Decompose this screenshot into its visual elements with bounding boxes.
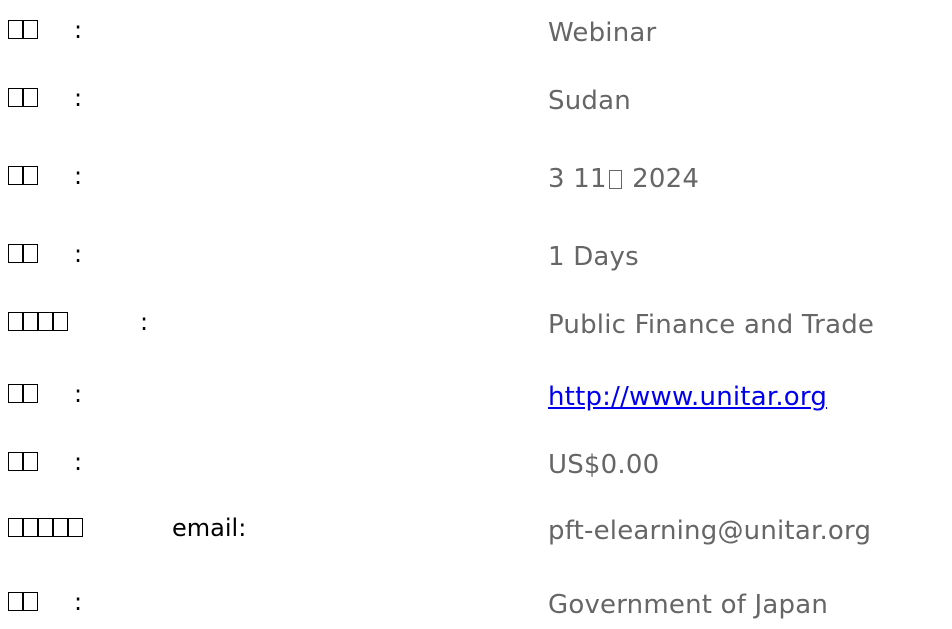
label-separator: : <box>140 308 149 336</box>
label-missing-glyphs <box>8 17 38 39</box>
label-separator: : <box>74 448 83 476</box>
label-missing-glyphs <box>8 309 68 331</box>
detail-row-date: : 3 11 2024 <box>0 162 952 203</box>
row-label: : <box>8 588 82 616</box>
detail-row-website: : http://www.unitar.org <box>0 380 952 421</box>
row-value: US$0.00 <box>548 450 660 480</box>
row-value: Government of Japan <box>548 590 829 620</box>
detail-row-location: : Sudan <box>0 84 952 125</box>
label-missing-glyphs <box>8 381 38 403</box>
label-separator: : <box>74 588 83 616</box>
row-value: http://www.unitar.org <box>548 381 827 413</box>
row-label: : <box>8 308 148 336</box>
row-label: : <box>8 16 82 44</box>
row-label: : <box>8 162 82 190</box>
row-label: : <box>8 380 82 408</box>
label-missing-glyphs <box>8 449 38 471</box>
detail-row-price: : US$0.00 <box>0 448 952 489</box>
row-label: : <box>8 240 82 268</box>
row-value: 3 11 2024 <box>548 163 699 195</box>
label-separator: : <box>74 240 83 268</box>
row-label: : <box>8 448 82 476</box>
label-missing-glyphs <box>8 515 83 537</box>
detail-row-duration: : 1 Days <box>0 240 952 281</box>
row-value: Webinar <box>548 18 657 48</box>
label-separator: : <box>74 162 83 190</box>
label-missing-glyphs <box>8 241 38 263</box>
detail-row-sponsor: : Government of Japan <box>0 588 952 629</box>
detail-row-contact-email: email: pft-elearning@unitar.org <box>0 514 952 555</box>
label-missing-glyphs <box>8 85 38 107</box>
label-separator: : <box>74 84 83 112</box>
missing-glyph <box>608 170 622 189</box>
row-value: Sudan <box>548 86 631 116</box>
row-label: email: <box>8 514 246 542</box>
label-separator: : <box>74 380 83 408</box>
detail-row-format: : Webinar <box>0 16 952 57</box>
date-year: 2024 <box>623 164 700 194</box>
row-label: : <box>8 84 82 112</box>
label-missing-glyphs <box>8 589 38 611</box>
label-separator: email: <box>172 514 247 542</box>
row-value: Public Finance and Trade <box>548 310 875 340</box>
row-value: 1 Days <box>548 242 639 272</box>
website-link[interactable]: http://www.unitar.org <box>548 382 827 412</box>
date-day-month: 3 11 <box>548 164 607 194</box>
row-value: pft-elearning@unitar.org <box>548 516 872 546</box>
event-details: : Webinar : Sudan : 3 11 2024: 1 Days:… <box>0 0 952 625</box>
detail-row-programme: : Public Finance and Trade <box>0 308 952 349</box>
label-separator: : <box>74 16 83 44</box>
label-missing-glyphs <box>8 163 38 185</box>
